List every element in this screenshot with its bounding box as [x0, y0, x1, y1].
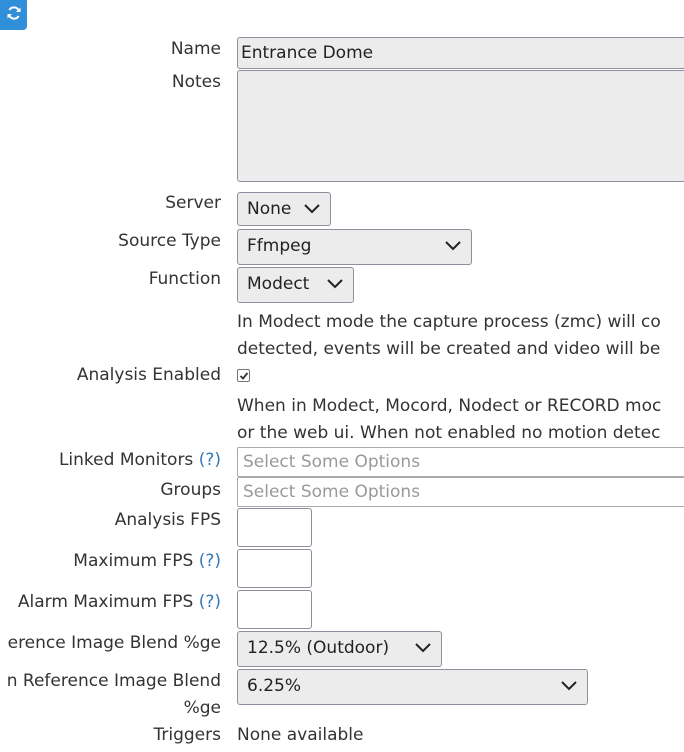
notes-textarea[interactable] — [237, 70, 684, 182]
function-help-line-1: In Modect mode the capture process (zmc)… — [237, 312, 661, 332]
function-help-line-2: detected, events will be created and vid… — [237, 339, 661, 359]
server-select[interactable]: None — [237, 192, 331, 226]
linked-monitors-label-text: Linked Monitors — [58, 450, 194, 470]
maximum-fps-label-text: Maximum FPS — [73, 551, 194, 571]
alarm-ref-blend-label-line-2: %ge — [183, 698, 221, 718]
function-select[interactable]: Modect — [237, 267, 354, 303]
linked-monitors-multiselect[interactable]: Select Some Options — [237, 447, 684, 477]
chevron-down-icon — [415, 643, 431, 653]
chevron-down-icon — [445, 241, 461, 251]
analysis-enabled-checkbox[interactable] — [237, 369, 250, 382]
server-label: Server — [165, 193, 221, 213]
maximum-fps-input[interactable] — [237, 549, 312, 588]
triggers-label: Triggers — [153, 725, 222, 745]
maximum-fps-help[interactable]: (?) — [199, 551, 221, 571]
alarm-maximum-fps-help[interactable]: (?) — [199, 592, 221, 612]
analysis-help-line-1: When in Modect, Mocord, Nodect or RECORD… — [237, 396, 662, 416]
chevron-down-icon — [561, 681, 577, 691]
linked-monitors-help[interactable]: (?) — [199, 450, 221, 470]
triggers-value: None available — [237, 725, 364, 745]
analysis-fps-label: Analysis FPS — [114, 510, 221, 530]
analysis-enabled-label: Analysis Enabled — [76, 365, 221, 385]
server-value: None — [247, 199, 292, 219]
groups-multiselect[interactable]: Select Some Options — [237, 477, 684, 507]
refresh-button[interactable] — [0, 0, 27, 30]
alarm-maximum-fps-input[interactable] — [237, 590, 312, 629]
refresh-icon — [6, 5, 22, 26]
source-type-label: Source Type — [118, 231, 221, 251]
name-label: Name — [170, 39, 221, 59]
checkmark-icon — [239, 371, 248, 380]
alarm-maximum-fps-label-text: Alarm Maximum FPS — [17, 592, 194, 612]
alarm-ref-blend-label-line-1: n Reference Image Blend — [6, 671, 221, 691]
chevron-down-icon — [327, 279, 343, 289]
function-label: Function — [148, 269, 221, 289]
analysis-fps-input[interactable] — [237, 508, 312, 547]
maximum-fps-label: Maximum FPS (?) — [73, 551, 221, 571]
source-type-select[interactable]: Ffmpeg — [237, 229, 472, 265]
function-value: Modect — [247, 274, 310, 294]
chevron-down-icon — [304, 204, 320, 214]
alarm-ref-blend-select[interactable]: 6.25% — [237, 669, 588, 705]
alarm-ref-blend-value: 6.25% — [247, 676, 302, 696]
source-type-value: Ffmpeg — [247, 236, 312, 256]
notes-label: Notes — [171, 72, 221, 92]
ref-blend-label: erence Image Blend %ge — [7, 633, 221, 653]
analysis-help-line-2: or the web ui. When not enabled no motio… — [237, 423, 661, 443]
alarm-maximum-fps-label: Alarm Maximum FPS (?) — [18, 592, 221, 612]
ref-blend-select[interactable]: 12.5% (Outdoor) — [237, 631, 442, 667]
ref-blend-value: 12.5% (Outdoor) — [247, 638, 390, 658]
linked-monitors-label: Linked Monitors (?) — [59, 450, 221, 470]
groups-label: Groups — [160, 480, 221, 500]
name-input[interactable]: Entrance Dome — [237, 37, 684, 69]
